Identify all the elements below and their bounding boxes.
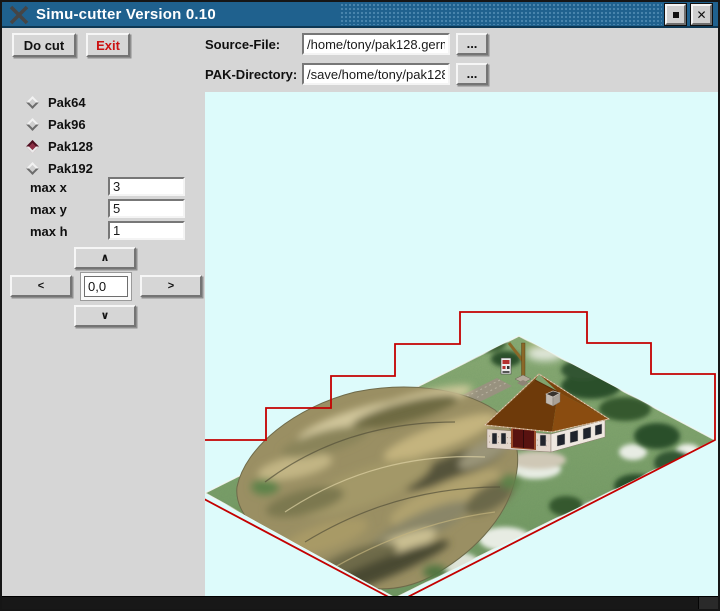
max-y-input[interactable] [108, 199, 185, 218]
radio-diamond-icon [26, 118, 39, 131]
nav-up-button[interactable]: ∧ [74, 247, 136, 269]
radio-diamond-icon [26, 96, 39, 109]
radio-label: Pak64 [48, 95, 86, 110]
max-x-input[interactable] [108, 177, 185, 196]
radio-label: Pak96 [48, 117, 86, 132]
nav-left-button[interactable]: < [10, 275, 72, 297]
radio-label: Pak192 [48, 161, 93, 176]
radio-pak96[interactable]: Pak96 [28, 116, 86, 132]
max-h-input[interactable] [108, 221, 185, 240]
x11-menu-icon[interactable] [8, 5, 30, 25]
map-preview [205, 92, 720, 599]
radio-pak192[interactable]: Pak192 [28, 160, 93, 176]
radio-label: Pak128 [48, 139, 93, 154]
barn-door [511, 427, 536, 450]
nav-right-button[interactable]: > [140, 275, 202, 297]
source-file-input[interactable] [302, 33, 450, 55]
position-field[interactable] [81, 273, 131, 300]
exit-button[interactable]: Exit [86, 33, 130, 57]
max-h-label: max h [30, 224, 68, 239]
do-cut-button[interactable]: Do cut [12, 33, 76, 57]
window-title: Simu-cutter Version 0.10 [36, 2, 216, 27]
rock [237, 378, 520, 599]
pak-browse-button[interactable]: ... [456, 63, 488, 85]
titlebar[interactable]: Simu-cutter Version 0.10 ✕ [2, 2, 718, 28]
pak-directory-input[interactable] [302, 63, 450, 85]
nav-down-button[interactable]: ∨ [74, 305, 136, 327]
app-window: Simu-cutter Version 0.10 ✕ Do cut Exit S… [0, 0, 720, 611]
radio-pak64[interactable]: Pak64 [28, 94, 86, 110]
signal-sign [501, 358, 511, 374]
square-icon [673, 12, 679, 18]
window-bottom-border [2, 596, 718, 609]
max-x-label: max x [30, 180, 67, 195]
source-browse-button[interactable]: ... [456, 33, 488, 55]
close-button[interactable]: ✕ [691, 4, 712, 25]
resize-handle[interactable] [698, 597, 718, 609]
radio-diamond-icon [26, 140, 39, 153]
source-file-label: Source-File: [205, 37, 280, 52]
radio-pak128[interactable]: Pak128 [28, 138, 93, 154]
radio-diamond-icon [26, 162, 39, 175]
close-icon: ✕ [696, 9, 706, 21]
window-body: Do cut Exit Source-File: ... PAK-Directo… [4, 30, 716, 596]
preview-canvas[interactable] [205, 92, 720, 599]
max-y-label: max y [30, 202, 67, 217]
maximize-button[interactable] [665, 4, 686, 25]
pak-directory-label: PAK-Directory: [205, 67, 297, 82]
